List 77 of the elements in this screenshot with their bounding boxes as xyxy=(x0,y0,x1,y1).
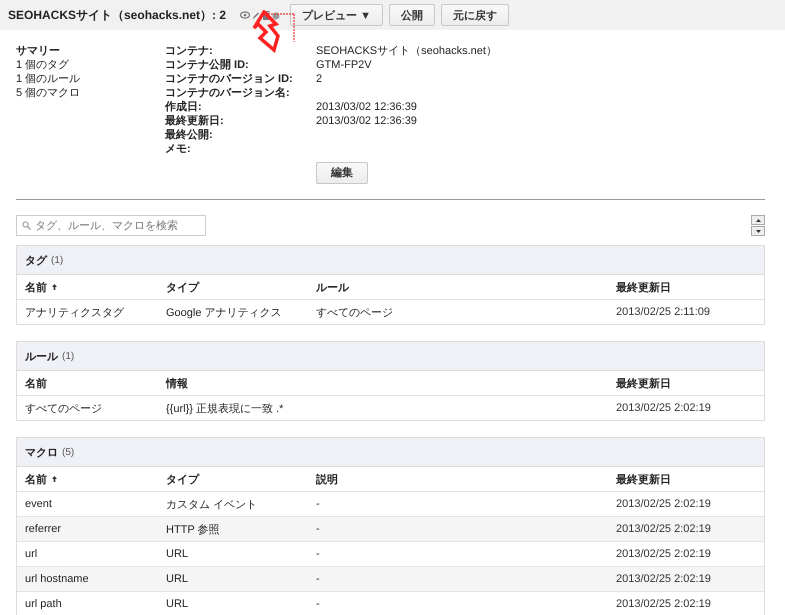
summary-line: 5 個のマクロ xyxy=(16,86,82,100)
trash-icon[interactable] xyxy=(262,10,270,20)
up-triangle-icon xyxy=(756,218,760,222)
table-cell-text: url path xyxy=(25,598,63,610)
table-cell-text: - xyxy=(316,573,321,585)
detail-value: 2 xyxy=(316,72,324,86)
column-header[interactable]: 情報 xyxy=(166,376,188,390)
table-cell-text: URL xyxy=(166,573,190,585)
section-count: (1) xyxy=(62,350,74,362)
detail-value: GTM-FP2V xyxy=(316,58,373,72)
column-header[interactable]: 説明 xyxy=(316,472,338,486)
toolbar-button[interactable]: 元に戻す xyxy=(441,4,510,26)
column-header[interactable]: 最終更新日 xyxy=(616,280,671,294)
column-header[interactable]: 名前 xyxy=(25,280,57,294)
column-header[interactable]: 最終更新日 xyxy=(616,376,671,390)
table-cell-text: - xyxy=(316,548,321,560)
table-cell-text: url hostname xyxy=(25,573,90,585)
detail-label: コンテナ公開 ID: xyxy=(165,58,250,72)
column-header[interactable]: タイプ xyxy=(166,472,199,486)
summary-line: 1 個のタグ xyxy=(16,58,70,72)
table-cell-text: referrer xyxy=(25,523,62,535)
section-count: (1) xyxy=(51,254,64,266)
sort-arrow-icon xyxy=(52,476,57,482)
detail-label: コンテナ: xyxy=(165,44,214,58)
table-cell-text: 2013/02/25 2:02:19 xyxy=(616,523,712,535)
column-header[interactable]: タイプ xyxy=(166,280,199,294)
table-cell-text: 2013/02/25 2:02:19 xyxy=(616,402,712,414)
detail-value: SEOHACKSサイト（seohacks.net） xyxy=(316,44,498,58)
table-cell-text: - xyxy=(316,598,321,610)
table-cell-text: - xyxy=(316,498,321,510)
section-title: ルール xyxy=(25,350,58,364)
sort-arrow-icon xyxy=(52,284,57,290)
column-header[interactable]: 最終更新日 xyxy=(616,472,671,486)
table-cell-text: カスタム イベント xyxy=(166,498,258,512)
expand-button[interactable] xyxy=(751,226,765,236)
table-cell-text: - xyxy=(316,523,321,535)
down-triangle-icon xyxy=(756,230,760,232)
detail-value: 2013/03/02 12:36:39 xyxy=(316,100,418,114)
section-title: タグ xyxy=(25,254,47,268)
table-cell-text: {{url}} 正規表現に一致 .* xyxy=(166,402,284,416)
collapse-button[interactable] xyxy=(751,215,765,225)
table-cell-text: url xyxy=(25,548,38,560)
table-cell-text: アナリティクスタグ xyxy=(25,306,126,320)
table-cell-text: 2013/02/25 2:02:19 xyxy=(616,573,712,585)
search-field[interactable]: タグ、ルール、マクロを検索 xyxy=(16,215,206,236)
detail-value: 2013/03/02 12:36:39 xyxy=(316,114,418,128)
detail-label: メモ: xyxy=(165,142,192,156)
table-cell-text: URL xyxy=(166,598,190,610)
column-header[interactable]: 名前 xyxy=(25,376,47,390)
summary-title: サマリー xyxy=(16,44,61,58)
column-header[interactable]: ルール xyxy=(316,280,349,294)
table-cell-text: すべてのページ xyxy=(25,402,103,416)
detail-label: コンテナのバージョン名: xyxy=(165,86,291,100)
edit-button[interactable]: 編集 xyxy=(316,162,368,184)
table-cell-text: 2013/02/25 2:11:09 xyxy=(616,306,711,318)
container-title: SEOHACKSサイト（seohacks.net）: 2 xyxy=(8,7,226,23)
pencil-icon[interactable] xyxy=(252,10,260,20)
section-title: マクロ xyxy=(25,446,58,460)
table-cell-text: URL xyxy=(166,548,190,560)
table-cell-text: 2013/02/25 2:02:19 xyxy=(616,598,712,610)
eye-icon[interactable] xyxy=(240,11,250,19)
table-cell-text: HTTP 参照 xyxy=(166,522,221,536)
detail-label: 作成日: xyxy=(165,100,203,114)
column-header[interactable]: 名前 xyxy=(25,472,57,486)
table-cell-text: 2013/02/25 2:02:19 xyxy=(616,548,712,560)
detail-label: 最終更新日: xyxy=(165,114,225,128)
detail-label: 最終公開: xyxy=(165,128,214,142)
section-count: (5) xyxy=(62,446,74,458)
table-cell-text: すべてのページ xyxy=(316,306,394,320)
table-cell-text: event xyxy=(25,498,53,510)
summary-line: 1 個のルール xyxy=(16,72,82,86)
detail-label: コンテナのバージョン ID: xyxy=(165,72,294,86)
table-cell-text: 2013/02/25 2:02:19 xyxy=(616,498,712,510)
toolbar-button[interactable]: 公開 xyxy=(389,4,436,26)
search-icon xyxy=(22,221,31,230)
table-cell-text: Google アナリティクス xyxy=(166,306,283,320)
toolbar-button[interactable]: プレビュー ▼ xyxy=(290,4,384,26)
